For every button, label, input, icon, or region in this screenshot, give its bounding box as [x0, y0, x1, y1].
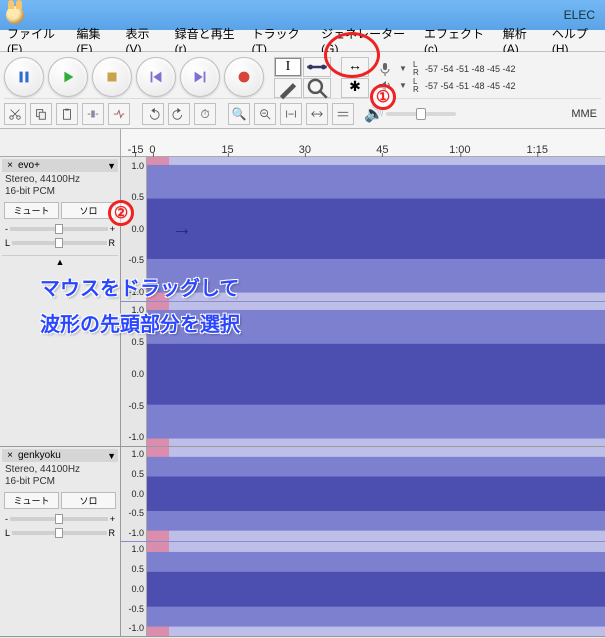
- trim-button[interactable]: [82, 103, 104, 125]
- track-2-axis-L: 1.0 0.5 0.0 -0.5 -1.0: [121, 447, 147, 541]
- copy-button[interactable]: [30, 103, 52, 125]
- redo-button[interactable]: [168, 103, 190, 125]
- track-2-controls: × genkyoku ▼ Stereo, 44100Hz 16-bit PCM …: [0, 447, 121, 637]
- timeline-ruler[interactable]: -15 0 15 30 45 1:00 1:15: [121, 129, 605, 157]
- track-2-axis-R: 1.0 0.5 0.0 -0.5 -1.0: [121, 542, 147, 637]
- track-1-close[interactable]: ×: [4, 160, 16, 171]
- audio-host-label[interactable]: MME: [567, 108, 601, 120]
- timeline-ruler-area: -15 0 15 30 45 1:00 1:15: [0, 129, 605, 157]
- track-2-format: Stereo, 44100Hz 16-bit PCM: [2, 462, 118, 490]
- track-1-solo[interactable]: ソロ: [61, 202, 116, 219]
- mic-meter-scale[interactable]: -57 -54 -51 -48 -45 -42: [425, 64, 516, 74]
- tick: 15: [221, 144, 233, 156]
- gain-plus: +: [110, 514, 115, 524]
- pan-r: R: [109, 528, 116, 538]
- zoom-in-button[interactable]: 🔍: [228, 103, 250, 125]
- record-button[interactable]: [224, 57, 264, 97]
- fit-selection-button[interactable]: [280, 103, 302, 125]
- zoom-tool[interactable]: [303, 78, 331, 98]
- track-1-axis-R: 1.0 0.5 0.0 -0.5 -1.0: [121, 302, 147, 447]
- fit-project-button[interactable]: [306, 103, 328, 125]
- skip-end-button[interactable]: [180, 57, 220, 97]
- tick: 1:00: [449, 144, 470, 156]
- multi-tool[interactable]: ✱: [341, 78, 369, 98]
- pan-l: L: [5, 238, 10, 248]
- track-2-pan-slider[interactable]: [12, 531, 106, 535]
- track-1-controls: × evo+ ▼ Stereo, 44100Hz 16-bit PCM ミュート…: [0, 157, 121, 447]
- track-1: × evo+ ▼ Stereo, 44100Hz 16-bit PCM ミュート…: [0, 157, 605, 447]
- track-2: × genkyoku ▼ Stereo, 44100Hz 16-bit PCM …: [0, 447, 605, 637]
- undo-button[interactable]: [142, 103, 164, 125]
- waveform-R-icon: [147, 542, 605, 637]
- track-1-collapse[interactable]: ▲: [2, 255, 118, 268]
- zoom-toggle-button[interactable]: [332, 103, 354, 125]
- meter-block: ▼ LR -57 -54 -51 -48 -45 -42 ▼ LR -57 -5…: [377, 61, 516, 94]
- speaker-icon[interactable]: [377, 78, 393, 94]
- pause-button[interactable]: [4, 57, 44, 97]
- track-1-axis-L: 1.0 0.5 0.0 -0.5 -1.0: [121, 157, 147, 301]
- tick: 1:15: [527, 144, 548, 156]
- draw-tool[interactable]: [274, 78, 302, 98]
- track-2-waveform[interactable]: 1.0 0.5 0.0 -0.5 -1.0 1.0 0.5 0.0 -0.5 -…: [121, 447, 605, 637]
- spk-meter-scale[interactable]: -57 -54 -51 -48 -45 -42: [425, 81, 516, 91]
- tool-palette: I: [274, 57, 331, 98]
- stop-button[interactable]: [92, 57, 132, 97]
- speaker-dropdown-icon[interactable]: ▼: [395, 78, 411, 94]
- play-button[interactable]: [48, 57, 88, 97]
- skip-start-button[interactable]: [136, 57, 176, 97]
- track-2-menu[interactable]: ▼: [107, 451, 116, 461]
- menu-bar: ファイル(F) 編集(E) 表示(V) 録音と再生(r) トラック(T) ジェネ…: [0, 30, 605, 52]
- sync-lock-button[interactable]: ⏱: [194, 103, 216, 125]
- track-1-gain-slider[interactable]: [10, 227, 108, 231]
- selection-tool[interactable]: I: [274, 57, 302, 77]
- track-1-waveform[interactable]: 1.0 0.5 0.0 -0.5 -1.0 1.0 0.5 0.0 -0.5 -…: [121, 157, 605, 447]
- gain-minus: -: [5, 514, 8, 524]
- track-1-name[interactable]: evo+: [16, 160, 107, 171]
- envelope-tool[interactable]: [303, 57, 331, 77]
- timeshift-tool[interactable]: ↔: [341, 57, 369, 77]
- tick: -15: [128, 144, 144, 156]
- tick: 0: [149, 144, 155, 156]
- cut-button[interactable]: [4, 103, 26, 125]
- track-1-pan-slider[interactable]: [12, 241, 106, 245]
- waveform-L-icon: [147, 157, 605, 301]
- track-2-gain-slider[interactable]: [10, 517, 108, 521]
- mic-icon[interactable]: [377, 61, 393, 77]
- spk-R-label: R: [413, 86, 423, 94]
- waveform-L-icon: [147, 447, 605, 541]
- gain-minus: -: [5, 224, 8, 234]
- toolbar-area: I ↔ ✱ ▼ LR -57 -54 -51 -48 -45 -42 ▼ LR …: [0, 52, 605, 129]
- track-1-mute[interactable]: ミュート: [4, 202, 59, 219]
- tick: 30: [299, 144, 311, 156]
- mic-R-label: R: [413, 69, 423, 77]
- silence-button[interactable]: [108, 103, 130, 125]
- track-2-close[interactable]: ×: [4, 450, 16, 461]
- play-vol-icon: 🔊: [366, 106, 382, 122]
- tool-palette-2: ↔ ✱: [341, 57, 369, 98]
- app-logo-icon: [6, 6, 24, 24]
- zoom-out-button[interactable]: [254, 103, 276, 125]
- track-2-solo[interactable]: ソロ: [61, 492, 116, 509]
- track-2-name[interactable]: genkyoku: [16, 450, 107, 461]
- pan-r: R: [109, 238, 116, 248]
- paste-button[interactable]: [56, 103, 78, 125]
- track-1-menu[interactable]: ▼: [107, 161, 116, 171]
- playback-volume-slider[interactable]: [386, 112, 456, 116]
- mic-dropdown-icon[interactable]: ▼: [395, 61, 411, 77]
- waveform-R-icon: [147, 302, 605, 447]
- window-title: ELEC: [32, 8, 599, 22]
- gain-plus: +: [110, 224, 115, 234]
- track-1-format: Stereo, 44100Hz 16-bit PCM: [2, 172, 118, 200]
- pan-l: L: [5, 528, 10, 538]
- track-2-mute[interactable]: ミュート: [4, 492, 59, 509]
- tick: 45: [376, 144, 388, 156]
